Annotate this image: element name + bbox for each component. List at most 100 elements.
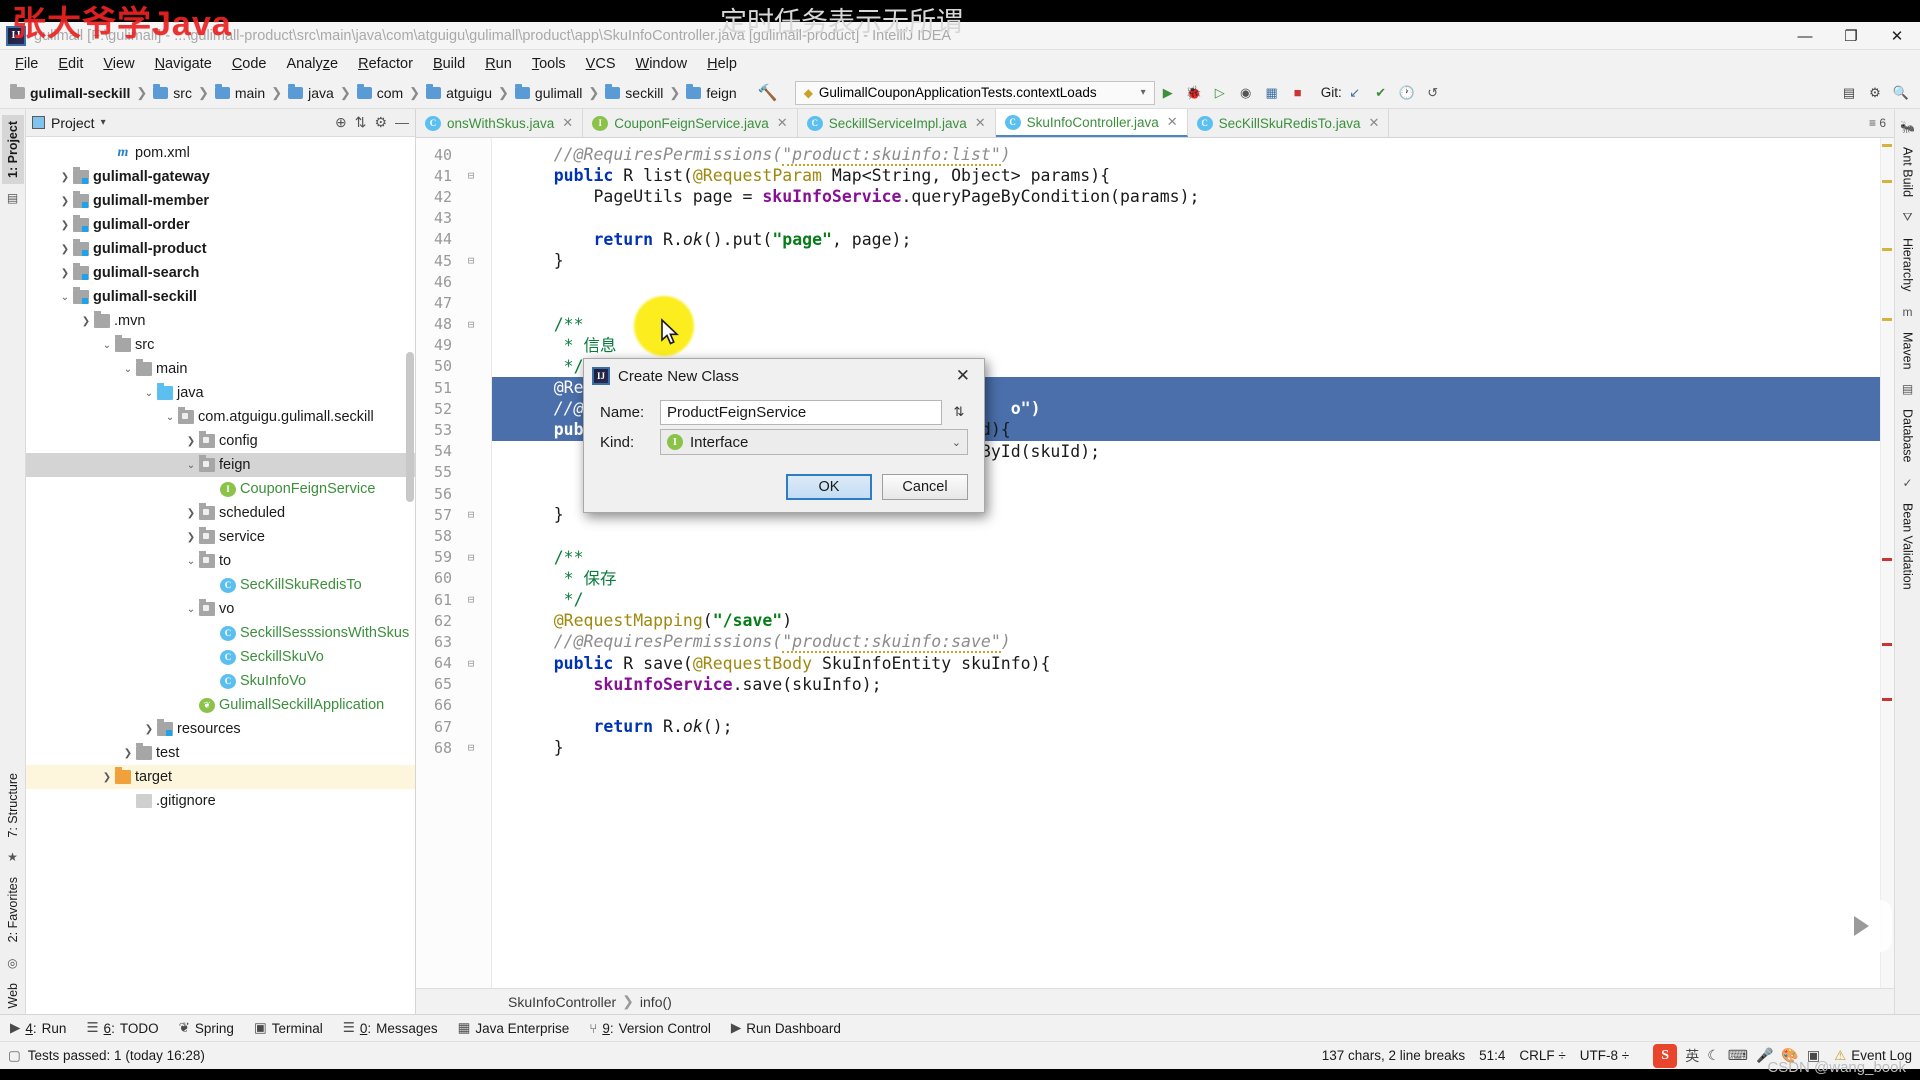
chevron-right-icon[interactable]: ❯ [183, 508, 199, 519]
breadcrumb-class[interactable]: SkuInfoController [508, 994, 616, 1010]
maven-icon[interactable]: m [1903, 305, 1913, 319]
editor-tab-onswithskus[interactable]: ConsWithSkus.java✕ [416, 109, 583, 137]
tree-node-gulimall-product[interactable]: ❯gulimall-product [26, 237, 415, 261]
tree-node-seckillsesssionswithskus[interactable]: CSeckillSesssionsWithSkus [26, 621, 415, 645]
tree-node-seckillskuredisto[interactable]: CSecKillSkuRedisTo [26, 573, 415, 597]
code-line[interactable] [492, 525, 1894, 546]
sidebar-tab-structure[interactable]: 7: Structure [2, 767, 24, 844]
code-line[interactable]: } [492, 737, 1894, 758]
chevron-right-icon[interactable]: ❯ [183, 436, 199, 447]
code-line[interactable]: /** [492, 314, 1894, 335]
tree-node-gulimallseckillapplication[interactable]: ❦GulimallSeckillApplication [26, 693, 415, 717]
code-line[interactable]: PageUtils page = skuInfoService.queryPag… [492, 186, 1894, 207]
sidebar-tab-database[interactable]: Database [1897, 403, 1919, 469]
locate-icon[interactable]: ⊕ [335, 114, 347, 131]
breadcrumb-java[interactable]: java [284, 83, 338, 103]
tree-node-resources[interactable]: ❯resources [26, 717, 415, 741]
file-encoding[interactable]: UTF-8 ÷ [1580, 1048, 1629, 1063]
video-play-badge[interactable] [1826, 900, 1892, 952]
chevron-right-icon[interactable]: ❯ [57, 220, 73, 231]
code-line[interactable]: return R.ok().put("page", page); [492, 229, 1894, 250]
tool-window-version-control[interactable]: ⑂9:Version Control [589, 1021, 711, 1036]
class-name-input[interactable]: ProductFeignService [660, 400, 942, 425]
tree-node-gitignore[interactable]: .gitignore [26, 789, 415, 813]
sidebar-tab-maven[interactable]: Maven [1897, 326, 1919, 376]
chevron-right-icon[interactable]: ❯ [78, 316, 94, 327]
tool-window-run-dashboard[interactable]: ▶Run Dashboard [731, 1020, 841, 1036]
tree-node-pom-xml[interactable]: mpom.xml [26, 141, 415, 165]
tree-node-src[interactable]: ⌄src [26, 333, 415, 357]
tree-node-com-atguigu-gulimall-seckill[interactable]: ⌄com.atguigu.gulimall.seckill [26, 405, 415, 429]
sidebar-tab-bean-validation[interactable]: Bean Validation [1897, 497, 1919, 596]
sidebar-tab-hierarchy[interactable]: Hierarchy [1897, 232, 1919, 298]
close-icon[interactable]: ✕ [777, 115, 788, 131]
tree-node-main[interactable]: ⌄main [26, 357, 415, 381]
code-fold-icon[interactable]: ⊟ [458, 318, 484, 331]
breadcrumb-src[interactable]: src [149, 83, 196, 103]
breadcrumb-feign[interactable]: feign [682, 83, 740, 103]
kind-dropdown[interactable]: I Interface ⌄ [660, 429, 968, 455]
bean-validation-icon[interactable]: ✓ [1902, 476, 1912, 490]
code-line[interactable] [492, 695, 1894, 716]
stop-icon[interactable]: ■ [1285, 81, 1311, 105]
line-separator[interactable]: CRLF ÷ [1519, 1048, 1565, 1063]
web-icon[interactable]: ◎ [7, 956, 17, 970]
menu-analyze[interactable]: Analyze [278, 53, 348, 75]
tool-window-todo[interactable]: ☰6:TODO [86, 1020, 158, 1036]
settings-icon[interactable]: ⚙ [374, 114, 387, 131]
menu-window[interactable]: Window [627, 53, 697, 75]
editor-tab-seckillskuredisto[interactable]: CSecKillSkuRedisTo.java✕ [1188, 109, 1390, 137]
close-icon[interactable]: ✕ [1368, 115, 1379, 131]
cancel-button[interactable]: Cancel [882, 474, 968, 500]
dialog-close-button[interactable]: ✕ [950, 366, 976, 386]
tree-node-to[interactable]: ⌄to [26, 549, 415, 573]
hide-icon[interactable]: — [395, 114, 409, 131]
tree-node-seckillskuvo[interactable]: CSeckillSkuVo [26, 645, 415, 669]
tree-node-skuinfovo[interactable]: CSkuInfoVo [26, 669, 415, 693]
code-line[interactable]: /** [492, 547, 1894, 568]
chevron-right-icon[interactable]: ❯ [57, 196, 73, 207]
sogou-icon[interactable]: S [1653, 1044, 1677, 1068]
chevron-down-icon[interactable]: ⌄ [183, 604, 199, 615]
breadcrumb-gulimall[interactable]: gulimall [511, 83, 586, 103]
chevron-down-icon[interactable]: ⌄ [141, 388, 157, 399]
profiler-icon[interactable]: ◉ [1233, 81, 1259, 105]
breadcrumb-com[interactable]: com [353, 83, 407, 103]
code-fold-icon[interactable]: ⊟ [458, 657, 484, 670]
chevron-right-icon[interactable]: ❯ [183, 532, 199, 543]
caret-position[interactable]: 51:4 [1479, 1048, 1505, 1063]
tab-list-icon[interactable]: ≡ 6 [1869, 116, 1886, 130]
hierarchy-icon[interactable]: ⛛ [1902, 210, 1912, 225]
code-fold-icon[interactable]: ⊟ [458, 169, 484, 182]
editor-tab-seckillserviceimpl[interactable]: CSeckillServiceImpl.java✕ [798, 109, 996, 137]
ok-button[interactable]: OK [786, 474, 872, 500]
code-line[interactable]: } [492, 250, 1894, 271]
marker-gutter[interactable] [1880, 138, 1894, 988]
chevron-down-icon[interactable]: ⌄ [162, 412, 178, 423]
build-project-icon[interactable]: ▦ [1259, 81, 1285, 105]
sidebar-tab-ant-build[interactable]: Ant Build [1897, 141, 1919, 203]
code-line[interactable]: * 信息 [492, 335, 1894, 356]
update-project-icon[interactable]: ↙ [1342, 81, 1368, 105]
chevron-down-icon[interactable]: ⌄ [183, 556, 199, 567]
tree-node-gulimall-gateway[interactable]: ❯gulimall-gateway [26, 165, 415, 189]
tree-node-gulimall-member[interactable]: ❯gulimall-member [26, 189, 415, 213]
sidebar-tab-web[interactable]: Web [2, 977, 24, 1014]
tree-node-java[interactable]: ⌄java [26, 381, 415, 405]
commit-icon[interactable]: ✔ [1368, 81, 1394, 105]
breadcrumb-seckill[interactable]: seckill [601, 83, 667, 103]
close-icon[interactable]: ✕ [975, 115, 986, 131]
chevron-down-icon[interactable]: ▾ [101, 117, 106, 128]
collapse-all-icon[interactable]: ⇅ [355, 114, 367, 131]
chevron-down-icon[interactable]: ⌄ [99, 340, 115, 351]
menu-vcs[interactable]: VCS [577, 53, 625, 75]
tree-node-config[interactable]: ❯config [26, 429, 415, 453]
code-line[interactable]: return R.ok(); [492, 716, 1894, 737]
chevron-down-icon[interactable]: ⌄ [57, 292, 73, 303]
sidebar-tab-project[interactable]: 1: Project [2, 115, 24, 184]
sidebar-tab-favorites[interactable]: 2: Favorites [2, 871, 24, 948]
chevron-right-icon[interactable]: ❯ [57, 244, 73, 255]
tree-node-test[interactable]: ❯test [26, 741, 415, 765]
maximize-button[interactable]: ❐ [1828, 22, 1874, 50]
tree-node-couponfeignservice[interactable]: ICouponFeignService [26, 477, 415, 501]
